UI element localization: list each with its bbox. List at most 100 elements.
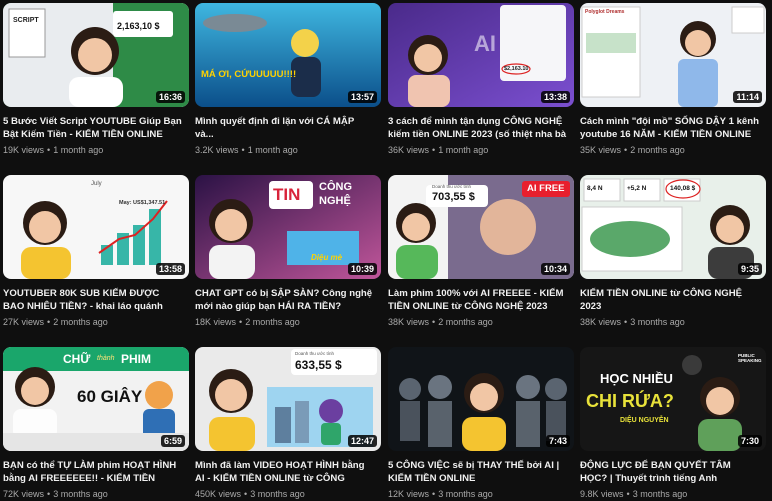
- video-views: 18K views: [195, 317, 237, 327]
- video-duration: 10:34: [540, 263, 570, 275]
- video-title[interactable]: CHAT GPT có bị SẬP SÀN? Công nghệ mới nà…: [195, 287, 381, 313]
- video-age: 1 month ago: [438, 145, 489, 155]
- thumbnail-headline: PHIM: [121, 352, 151, 366]
- video-title[interactable]: YOUTUBER 80K SUB KIẾM ĐƯỢC BAO NHIÊU TIỀ…: [3, 287, 189, 313]
- video-age: 3 months ago: [630, 317, 685, 327]
- thumbnail-headline: NGHỆ: [319, 195, 351, 207]
- video-duration: 10:39: [347, 263, 377, 275]
- thumbnail-month: July: [91, 181, 102, 187]
- thumbnail-headline: 60 GIÂY: [77, 387, 143, 406]
- video-meta: 38K views • 2 months ago: [388, 317, 493, 327]
- video-age: 2 months ago: [630, 145, 685, 155]
- video-views: 35K views: [580, 145, 622, 155]
- video-age: 3 months ago: [438, 489, 493, 499]
- video-thumbnail[interactable]: 7:43: [388, 347, 574, 451]
- video-card[interactable]: MÁ ƠI, CỨUUUUU!!!! 13:57 Mình quyết định…: [195, 3, 381, 155]
- video-views: 450K views: [195, 489, 242, 499]
- thumbnail-amount: $2,163.10: [504, 66, 529, 72]
- video-card[interactable]: HỌC NHIỀU CHI RỨA? DIỆU NGUYỄN PUBLIC SP…: [580, 347, 766, 499]
- thumbnail-amount: May: US$1,347.51: [119, 200, 166, 206]
- video-card[interactable]: SCRIPT 2,163,10 $ 16:36 5 Bước Viết Scri…: [3, 3, 189, 155]
- video-card[interactable]: Polyglot Dreams 11:14 Cách mình "đội mồ"…: [580, 3, 766, 155]
- video-views: 38K views: [388, 317, 430, 327]
- thumbnail-badge: AI FREE: [527, 183, 565, 194]
- video-age: 1 month ago: [247, 145, 298, 155]
- video-thumbnail[interactable]: July May: US$1,347.51 13:58: [3, 175, 189, 279]
- video-thumbnail[interactable]: MÁ ƠI, CỨUUUUU!!!! 13:57: [195, 3, 381, 107]
- thumbnail-label: Doanh thu ước tính: [295, 351, 334, 356]
- video-title[interactable]: Cách mình "đội mồ" SỐNG DẬY 1 kênh youtu…: [580, 115, 766, 141]
- thumbnail-stat: 8,4 N: [587, 185, 603, 192]
- video-title[interactable]: ĐỘNG LỰC ĐỂ BẠN QUYẾT TÂM HỌC? | Thuyết …: [580, 459, 766, 485]
- video-card[interactable]: Doanh thu ước tính 633,55 $ 12:47 Mình đ…: [195, 347, 381, 499]
- thumbnail-stat: 140,08 $: [670, 185, 696, 192]
- video-thumbnail[interactable]: HỌC NHIỀU CHI RỨA? DIỆU NGUYỄN PUBLIC SP…: [580, 347, 766, 451]
- video-title[interactable]: Làm phim 100% với AI FREEEE - KIẾM TIỀN …: [388, 287, 574, 313]
- thumbnail-name: DIỆU NGUYỄN: [620, 417, 669, 424]
- video-meta: 450K views • 3 months ago: [195, 489, 305, 499]
- video-duration: 13:58: [155, 263, 185, 275]
- video-thumbnail[interactable]: Doanh thu ước tính 703,55 $ AI FREE 10:3…: [388, 175, 574, 279]
- video-meta: 18K views • 2 months ago: [195, 317, 300, 327]
- video-card[interactable]: CHỮ thành PHIM 60 GIÂY 6:59 BẠN có thể T…: [3, 347, 189, 499]
- video-views: 27K views: [3, 317, 45, 327]
- video-duration: 13:57: [347, 91, 377, 103]
- video-age: 3 months ago: [250, 489, 305, 499]
- video-duration: 7:43: [545, 435, 570, 447]
- video-card[interactable]: AI $2,163.10 13:38 3 cách để mình tận dụ…: [388, 3, 574, 155]
- video-card[interactable]: July May: US$1,347.51 13:58 YOUTUBER 80K…: [3, 175, 189, 327]
- video-thumbnail[interactable]: CHỮ thành PHIM 60 GIÂY 6:59: [3, 347, 189, 451]
- video-title[interactable]: KIẾM TIỀN ONLINE từ CÔNG NGHỆ 2023: [580, 287, 766, 313]
- video-age: 2 months ago: [438, 317, 493, 327]
- video-meta: 12K views • 3 months ago: [388, 489, 493, 499]
- video-thumbnail[interactable]: Polyglot Dreams 11:14: [580, 3, 766, 107]
- video-card[interactable]: Doanh thu ước tính 703,55 $ AI FREE 10:3…: [388, 175, 574, 327]
- video-thumbnail[interactable]: SCRIPT 2,163,10 $ 16:36: [3, 3, 189, 107]
- video-duration: 7:30: [737, 435, 762, 447]
- video-meta: 36K views • 1 month ago: [388, 145, 489, 155]
- video-age: 3 months ago: [53, 489, 108, 499]
- video-title[interactable]: 3 cách để mình tận dụng CÔNG NGHỆ kiếm t…: [388, 115, 574, 141]
- video-title[interactable]: BẠN có thể TỰ LÀM phim HOẠT HÌNH bằng AI…: [3, 459, 189, 485]
- video-title[interactable]: 5 Bước Viết Script YOUTUBE Giúp Bạn Bật …: [3, 115, 189, 141]
- video-views: 19K views: [3, 145, 45, 155]
- thumbnail-ai-label: AI: [474, 31, 496, 56]
- thumbnail-headline: HỌC NHIỀU: [600, 371, 673, 386]
- video-age: 1 month ago: [53, 145, 104, 155]
- thumbnail-stat: +5,2 N: [627, 185, 647, 192]
- video-meta: 3.2K views • 1 month ago: [195, 145, 298, 155]
- video-thumbnail[interactable]: TIN CÔNG NGHỆ Diệu mè 10:39: [195, 175, 381, 279]
- video-views: 72K views: [3, 489, 45, 499]
- video-duration: 13:38: [540, 91, 570, 103]
- video-duration: 9:35: [737, 263, 762, 275]
- thumbnail-corner-label: PUBLIC SPEAKING: [738, 353, 762, 363]
- video-thumbnail[interactable]: Doanh thu ước tính 633,55 $ 12:47: [195, 347, 381, 451]
- thumbnail-caption: MÁ ƠI, CỨUUUUU!!!!: [201, 69, 297, 80]
- video-meta: 9.8K views • 3 months ago: [580, 489, 688, 499]
- video-thumbnail[interactable]: 8,4 N +5,2 N 140,08 $ 9:35: [580, 175, 766, 279]
- thumbnail-text: SCRIPT: [13, 17, 39, 24]
- thumbnail-label: Doanh thu ước tính: [432, 184, 471, 189]
- video-meta: 35K views • 2 months ago: [580, 145, 685, 155]
- video-age: 2 months ago: [53, 317, 108, 327]
- video-views: 12K views: [388, 489, 430, 499]
- thumbnail-amount: 2,163,10 $: [117, 21, 160, 31]
- video-duration: 11:14: [733, 91, 762, 103]
- video-card[interactable]: TIN CÔNG NGHỆ Diệu mè 10:39 CHAT GPT có …: [195, 175, 381, 327]
- video-meta: 72K views • 3 months ago: [3, 489, 108, 499]
- video-title[interactable]: Mình đã làm VIDEO HOẠT HÌNH bằng AI - KI…: [195, 459, 381, 485]
- video-title[interactable]: Mình quyết định đi lặn với CÁ MẬP và...: [195, 115, 381, 141]
- video-duration: 6:59: [160, 435, 185, 447]
- thumbnail-headline: CHỮ: [63, 352, 91, 366]
- video-thumbnail[interactable]: AI $2,163.10 13:38: [388, 3, 574, 107]
- video-card[interactable]: 7:43 5 CÔNG VIỆC sẽ bị THAY THẾ bởi AI |…: [388, 347, 574, 499]
- thumbnail-headline: CÔNG: [319, 181, 352, 193]
- video-grid: SCRIPT 2,163,10 $ 16:36 5 Bước Viết Scri…: [0, 0, 772, 501]
- video-age: 3 months ago: [632, 489, 688, 499]
- thumbnail-headline: thành: [97, 355, 115, 362]
- video-card[interactable]: 8,4 N +5,2 N 140,08 $ 9:35 KIẾM TIỀN ONL…: [580, 175, 766, 327]
- video-meta: 19K views • 1 month ago: [3, 145, 104, 155]
- video-title[interactable]: 5 CÔNG VIỆC sẽ bị THAY THẾ bởi AI | KIẾM…: [388, 459, 574, 485]
- video-duration: 16:36: [155, 91, 185, 103]
- video-views: 36K views: [388, 145, 430, 155]
